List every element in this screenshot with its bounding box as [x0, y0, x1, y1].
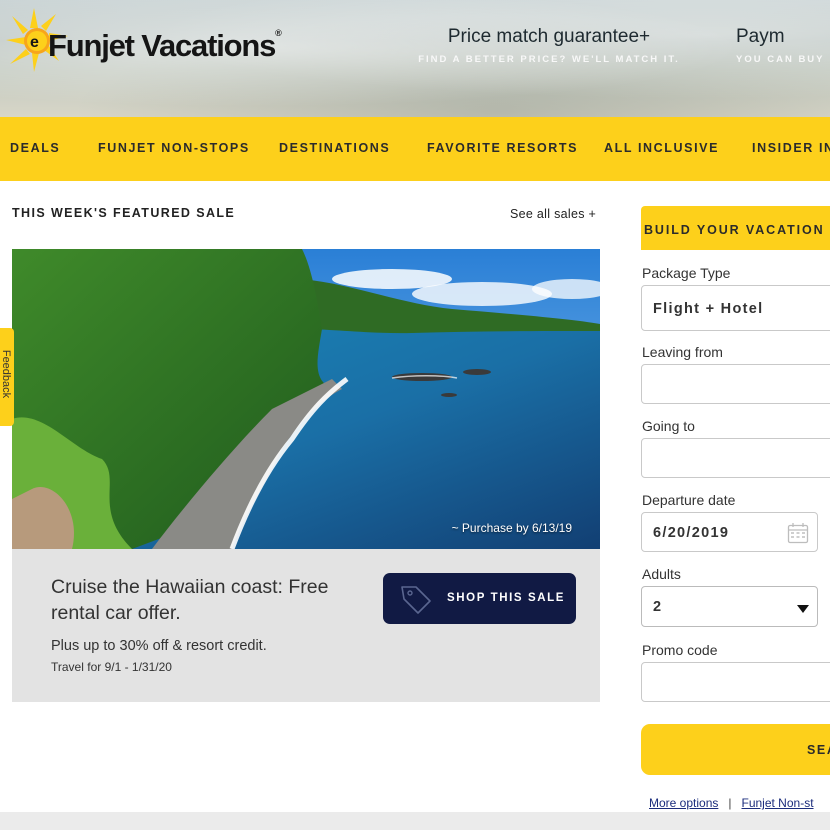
see-all-sales-link[interactable]: See all sales +	[510, 207, 596, 221]
link-separator: |	[728, 796, 732, 810]
calendar-icon[interactable]	[787, 522, 809, 544]
hawaii-coast-image	[12, 249, 600, 549]
price-tag-icon	[401, 586, 431, 614]
search-button[interactable]: SEA	[641, 724, 830, 775]
shop-this-sale-label: SHOP THIS SALE	[447, 592, 566, 604]
sale-headline: Cruise the Hawaiian coast: Free rental c…	[51, 576, 329, 624]
more-options-link[interactable]: More options	[649, 796, 718, 810]
nav-item-destinations[interactable]: DESTINATIONS	[279, 141, 390, 155]
nav-item-deals[interactable]: DEALS	[10, 141, 60, 155]
nav-item-funjet-non-stops[interactable]: FUNJET NON-STOPS	[98, 141, 250, 155]
sale-info-box: Cruise the Hawaiian coast: Free rental c…	[12, 549, 600, 702]
payment-promo-subtitle: YOU CAN BUY	[736, 54, 825, 65]
chevron-down-icon	[797, 605, 809, 613]
promo-code-label: Promo code	[642, 642, 718, 658]
site-header: e Funjet Vacations® Price match guarante…	[0, 0, 830, 117]
main-nav: DEALS FUNJET NON-STOPS DESTINATIONS FAVO…	[0, 117, 830, 181]
feedback-label: Feedback	[0, 349, 12, 399]
departure-date-label: Departure date	[642, 492, 736, 508]
nav-item-insider[interactable]: INSIDER IN	[752, 141, 830, 155]
footer-band	[0, 812, 830, 830]
build-vacation-title: BUILD YOUR VACATION	[644, 223, 825, 237]
build-vacation-header: BUILD YOUR VACATION	[641, 206, 830, 250]
logo-wordmark: Funjet Vacations®	[48, 28, 282, 63]
adults-select[interactable]: 2	[641, 586, 818, 627]
leaving-from-label: Leaving from	[642, 344, 723, 360]
featured-sale-heading: THIS WEEK'S FEATURED SALE	[12, 206, 236, 220]
package-type-label: Package Type	[642, 265, 731, 281]
package-type-select[interactable]: Flight + Hotel	[641, 285, 830, 331]
shop-this-sale-button[interactable]: SHOP THIS SALE	[383, 573, 576, 624]
sale-travel-dates: Travel for 9/1 - 1/31/20	[51, 660, 172, 674]
departure-date-input[interactable]: 6/20/2019	[641, 512, 818, 552]
leaving-from-input[interactable]	[641, 364, 830, 404]
adults-label: Adults	[642, 566, 681, 582]
svg-text:e: e	[30, 34, 39, 51]
price-match-promo[interactable]: Price match guarantee+ FIND A BETTER PRI…	[418, 26, 680, 65]
departure-date-value: 6/20/2019	[653, 525, 730, 541]
adults-value: 2	[653, 599, 662, 615]
package-type-value: Flight + Hotel	[653, 301, 764, 317]
hero-image[interactable]: ~ Purchase by 6/13/19	[12, 249, 600, 549]
search-options-links: More options | Funjet Non-st	[649, 796, 814, 810]
logo[interactable]: e Funjet Vacations®	[4, 6, 334, 76]
price-match-subtitle: FIND A BETTER PRICE? WE'LL MATCH IT.	[418, 54, 680, 65]
nav-item-favorite-resorts[interactable]: FAVORITE RESORTS	[427, 141, 578, 155]
nav-item-all-inclusive[interactable]: ALL INCLUSIVE	[604, 141, 719, 155]
search-button-label: SEA	[807, 743, 830, 757]
promo-code-input[interactable]	[641, 662, 830, 702]
price-match-title: Price match guarantee+	[447, 26, 651, 47]
feedback-tab[interactable]: Feedback	[0, 328, 14, 426]
going-to-label: Going to	[642, 418, 695, 434]
going-to-input[interactable]	[641, 438, 830, 478]
sale-subline: Plus up to 30% off & resort credit.	[51, 638, 267, 654]
funjet-non-stops-link[interactable]: Funjet Non-st	[742, 796, 814, 810]
payment-promo[interactable]: Paym YOU CAN BUY	[736, 26, 830, 65]
purchase-by-caption: ~ Purchase by 6/13/19	[451, 521, 572, 535]
payment-promo-title: Paym	[736, 26, 785, 47]
